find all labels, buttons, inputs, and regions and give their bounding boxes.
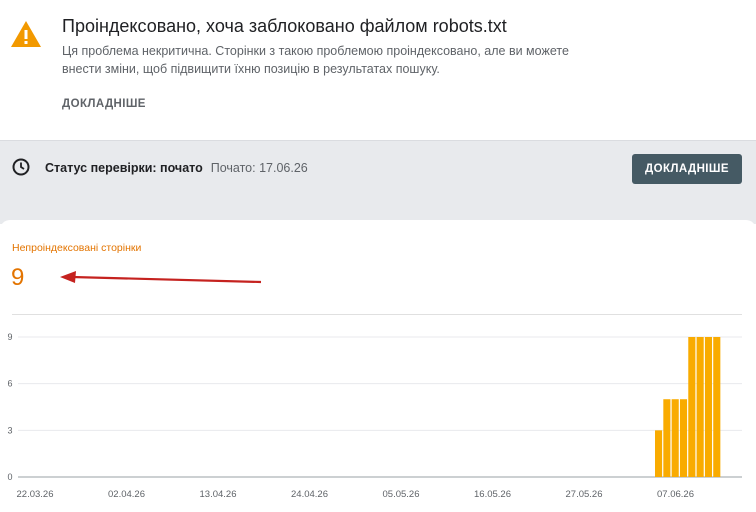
bar [679,399,688,477]
x-tick-label: 07.06.26 [657,489,694,500]
bar [704,337,713,477]
bar [696,337,704,477]
x-tick-label: 05.05.26 [383,489,420,500]
bar [663,399,671,477]
y-tick-label: 6 [7,379,12,389]
annotation-arrow-line [71,275,262,284]
y-tick-label: 3 [7,425,12,435]
bar [671,399,679,477]
chart: 0 3 6 9 22.03.26 02.04.26 13.04.26 24.04.26 05.0… [7,271,742,500]
bar [655,430,663,477]
bar [713,337,721,477]
page: Проіндексовано, хоча заблоковано файлом … [0,0,756,512]
x-tick-label: 13.04.26 [200,489,237,500]
x-tick-label: 27.05.26 [566,489,603,500]
x-tick-label: 24.04.26 [291,489,328,500]
y-tick-label: 0 [7,472,12,482]
bar [688,337,696,477]
y-tick-label: 9 [7,332,12,342]
annotation-arrowhead [60,271,76,283]
x-tick-label: 16.05.26 [474,489,511,500]
x-tick-label: 22.03.26 [17,489,54,500]
x-tick-label: 02.04.26 [108,489,145,500]
